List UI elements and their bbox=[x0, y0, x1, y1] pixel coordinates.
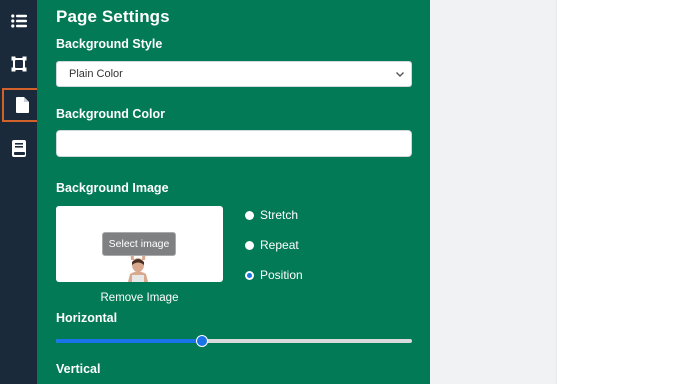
radio-button[interactable] bbox=[245, 210, 254, 220]
radio-label: Position bbox=[260, 268, 303, 282]
remove-image-link[interactable]: Remove Image bbox=[56, 292, 223, 304]
radio-position[interactable]: Position bbox=[245, 268, 303, 282]
background-style-select[interactable]: Plain Color bbox=[56, 61, 412, 87]
vertical-label: Vertical bbox=[56, 362, 101, 376]
radio-label: Stretch bbox=[260, 208, 299, 222]
horizontal-label: Horizontal bbox=[56, 311, 118, 325]
radio-button[interactable] bbox=[245, 240, 254, 250]
background-color-field[interactable] bbox=[56, 130, 412, 157]
layers-button[interactable] bbox=[0, 3, 37, 39]
radio-stretch[interactable]: Stretch bbox=[245, 208, 298, 222]
chevron-down-icon bbox=[396, 72, 404, 77]
canvas-background bbox=[430, 0, 556, 384]
horizontal-slider[interactable] bbox=[56, 335, 412, 347]
slider-fill bbox=[56, 339, 202, 343]
panel-title: Page Settings bbox=[56, 7, 170, 26]
icon-sidebar bbox=[0, 0, 43, 384]
canvas-page bbox=[556, 0, 680, 384]
background-style-label: Background Style bbox=[56, 37, 163, 51]
radio-label: Repeat bbox=[260, 238, 299, 252]
select-image-button[interactable]: Select image bbox=[102, 232, 176, 256]
background-image-preview[interactable]: Select image bbox=[56, 206, 223, 282]
page-icon bbox=[16, 97, 29, 113]
book-icon bbox=[11, 139, 26, 157]
slider-thumb[interactable] bbox=[195, 335, 208, 347]
book-button[interactable] bbox=[0, 130, 37, 166]
background-color-label: Background Color bbox=[56, 107, 166, 121]
background-style-value: Plain Color bbox=[69, 68, 123, 80]
frame-icon bbox=[11, 56, 26, 72]
radio-repeat[interactable]: Repeat bbox=[245, 238, 299, 252]
background-image-label: Background Image bbox=[56, 181, 169, 195]
list-icon bbox=[10, 14, 27, 28]
frame-button[interactable] bbox=[0, 46, 37, 82]
radio-button-checked[interactable] bbox=[245, 270, 254, 280]
page-settings-panel: Page Settings Background Style Plain Col… bbox=[37, 0, 430, 384]
